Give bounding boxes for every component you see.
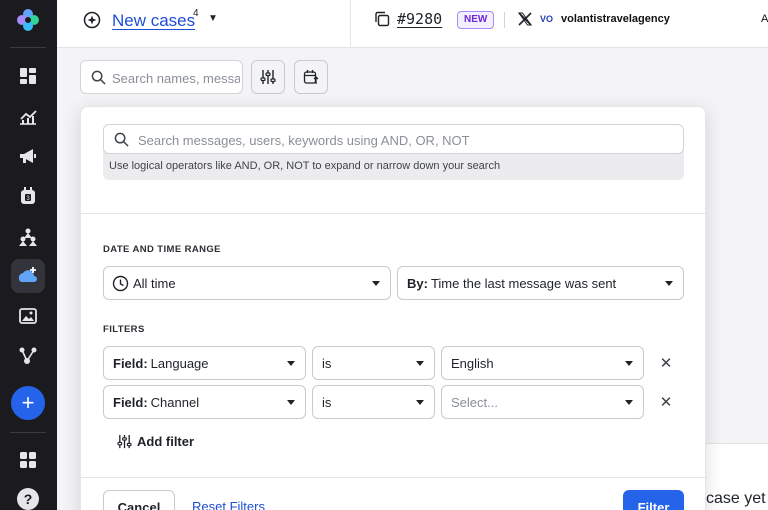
- chevron-down-icon[interactable]: ▼: [208, 13, 218, 24]
- date-by-label: By:: [407, 276, 428, 291]
- chevron-down-icon: [372, 281, 380, 286]
- date-by-text: By: Time the last message was sent: [407, 276, 616, 291]
- new-case-icon: [83, 11, 101, 29]
- megaphone-icon[interactable]: [17, 145, 39, 167]
- sort-date-button[interactable]: [294, 60, 328, 94]
- remove-filter-button[interactable]: ✕: [658, 355, 674, 372]
- filter-operator-value: is: [322, 356, 332, 371]
- workflow-icon[interactable]: [17, 345, 39, 367]
- filter-operator-select[interactable]: is: [312, 385, 435, 419]
- filter-field-value: Language: [150, 356, 209, 371]
- date-by-value: Time the last message was sent: [430, 276, 617, 291]
- date-range-select[interactable]: All time: [103, 266, 391, 300]
- date-by-select[interactable]: By: Time the last message was sent: [397, 266, 684, 300]
- analytics-icon[interactable]: [17, 106, 39, 128]
- case-count: 4: [193, 8, 199, 19]
- filter-panel: Use logical operators like AND, OR, NOT …: [80, 106, 707, 510]
- topbar-divider: [350, 0, 351, 48]
- ticket-id[interactable]: #9280: [397, 10, 442, 28]
- cancel-button[interactable]: Cancel: [103, 490, 175, 510]
- filter-value: English: [451, 356, 494, 371]
- panel-divider: [81, 477, 707, 478]
- topbar: New cases 4 ▼ #9280 NEW VO volantistrave…: [57, 0, 768, 48]
- keyword-search-hint: Use logical operators like AND, OR, NOT …: [109, 160, 501, 172]
- topbar-divider: [504, 12, 505, 28]
- add-button[interactable]: +: [11, 386, 45, 420]
- date-range-value: All time: [133, 276, 176, 291]
- sidebar-divider: [10, 432, 46, 433]
- case-view-title[interactable]: New cases: [112, 11, 195, 31]
- calendar-sort-icon: [303, 70, 319, 84]
- sliders-icon: [260, 70, 276, 84]
- apply-filter-button[interactable]: Filter: [623, 490, 684, 510]
- chevron-down-icon: [665, 281, 673, 286]
- search-icon: [91, 70, 106, 85]
- keyword-search-field[interactable]: [103, 124, 684, 154]
- filter-value-select[interactable]: Select...: [441, 385, 644, 419]
- remove-filter-button[interactable]: ✕: [658, 394, 674, 411]
- empty-state-text: case yet: [706, 490, 766, 507]
- panel-divider: [81, 213, 707, 214]
- account-name[interactable]: volantistravelagency: [561, 13, 670, 25]
- team-icon[interactable]: [17, 226, 39, 248]
- filter-field-label: Field:: [113, 395, 148, 410]
- date-range-section-label: DATE AND TIME RANGE: [103, 244, 221, 255]
- media-icon[interactable]: [17, 305, 39, 327]
- add-filter-button[interactable]: Add filter: [117, 434, 194, 449]
- filter-settings-button[interactable]: [251, 60, 285, 94]
- chevron-down-icon: [287, 361, 295, 366]
- sidebar: 3 + ?: [0, 0, 57, 510]
- chevron-down-icon: [287, 400, 295, 405]
- search-icon: [114, 132, 129, 147]
- calendar-icon[interactable]: 3: [17, 185, 39, 207]
- x-twitter-icon: [518, 12, 532, 26]
- clock-icon: [112, 275, 129, 292]
- sliders-icon: [117, 434, 132, 449]
- sidebar-divider: [10, 47, 46, 48]
- app-logo-icon[interactable]: [16, 8, 40, 32]
- chevron-down-icon: [625, 361, 633, 366]
- filter-field-text: Field: Language: [113, 356, 209, 371]
- filter-value-placeholder: Select...: [451, 395, 498, 410]
- add-filter-label: Add filter: [137, 434, 195, 449]
- help-icon[interactable]: ?: [17, 488, 39, 510]
- filter-operator-select[interactable]: is: [312, 346, 435, 380]
- filter-operator-value: is: [322, 395, 332, 410]
- filters-section-label: FILTERS: [103, 324, 145, 335]
- keyword-search-input[interactable]: [138, 130, 668, 150]
- chevron-down-icon: [416, 361, 424, 366]
- filter-value-select[interactable]: English: [441, 346, 644, 380]
- topbar-right-text: A: [761, 13, 768, 25]
- search-input[interactable]: [112, 68, 240, 88]
- cases-icon[interactable]: [17, 265, 39, 287]
- filter-field-value: Channel: [150, 395, 200, 410]
- brand-logo: VO: [540, 14, 554, 24]
- copy-icon[interactable]: [374, 11, 390, 27]
- status-badge: NEW: [457, 11, 495, 29]
- search-field[interactable]: [80, 60, 243, 94]
- filter-field-text: Field: Channel: [113, 395, 199, 410]
- reset-filters-link[interactable]: Reset Filters: [192, 499, 265, 510]
- filter-field-select[interactable]: Field: Channel: [103, 385, 306, 419]
- keyword-search-container: Use logical operators like AND, OR, NOT …: [103, 124, 684, 180]
- apps-icon[interactable]: [17, 449, 39, 471]
- dashboard-icon[interactable]: [17, 65, 39, 87]
- chevron-down-icon: [416, 400, 424, 405]
- chevron-down-icon: [625, 400, 633, 405]
- filter-field-select[interactable]: Field: Language: [103, 346, 306, 380]
- filter-field-label: Field:: [113, 356, 148, 371]
